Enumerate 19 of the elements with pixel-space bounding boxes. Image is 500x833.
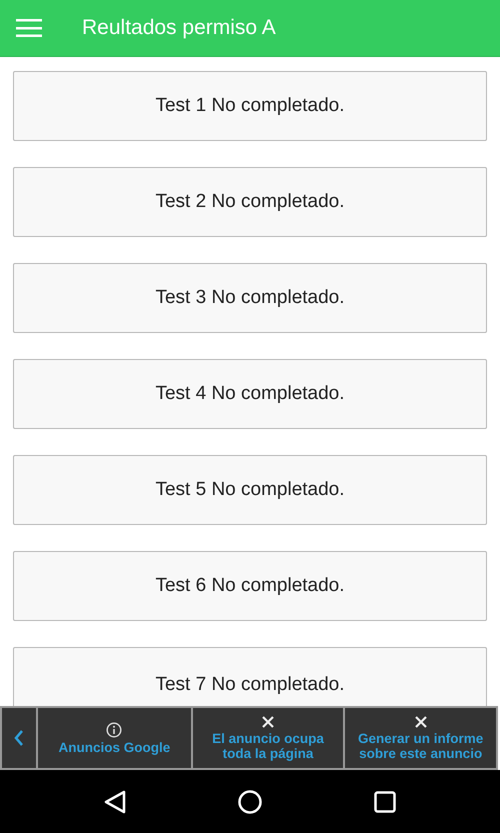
test-button[interactable]: Test 3 No completado.	[13, 263, 487, 333]
test-button[interactable]: Test 7 No completado.	[13, 647, 487, 706]
info-icon	[106, 722, 122, 738]
home-icon[interactable]	[238, 790, 262, 814]
test-button[interactable]: Test 4 No completado.	[13, 359, 487, 429]
close-icon	[414, 715, 428, 729]
back-icon[interactable]	[104, 790, 126, 814]
ad-option-button[interactable]: Anuncios Google	[38, 708, 191, 768]
ad-option-button[interactable]: Generar un informe sobre este anuncio	[345, 708, 496, 768]
test-button[interactable]: Test 1 No completado.	[13, 71, 487, 141]
test-button[interactable]: Test 6 No completado.	[13, 551, 487, 621]
collapse-button[interactable]	[2, 708, 36, 768]
recents-icon[interactable]	[374, 790, 396, 812]
ad-option-button[interactable]: El anuncio ocupa toda la página	[192, 708, 344, 768]
chevron-icon	[14, 729, 24, 747]
test-button[interactable]: Test 2 No completado.	[13, 167, 487, 237]
test-button[interactable]: Test 5 No completado.	[13, 455, 487, 525]
app-title: Reultados permiso A	[82, 15, 276, 42]
close-icon	[261, 715, 275, 729]
